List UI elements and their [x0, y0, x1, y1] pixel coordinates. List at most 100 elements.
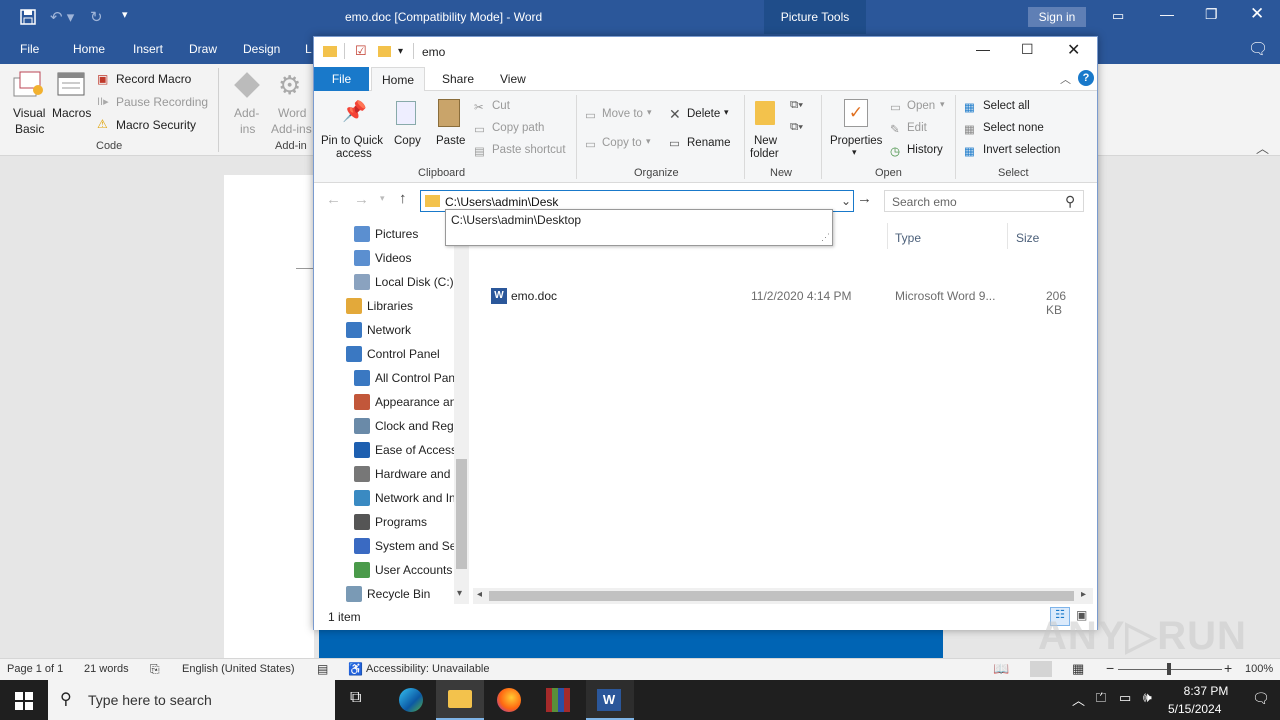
explorer-minimize-icon[interactable]: — [976, 41, 990, 57]
collapse-ribbon-icon[interactable]: ︿ [1256, 138, 1269, 157]
column-divider[interactable] [1007, 223, 1008, 249]
nav-item[interactable]: Control Panel [314, 342, 454, 366]
copy-icon[interactable] [396, 101, 416, 125]
back-icon[interactable]: ← [326, 191, 341, 208]
tab-layout[interactable]: L [305, 42, 312, 56]
nav-item[interactable]: Pictures [314, 222, 454, 246]
nav-item[interactable]: Network [314, 318, 454, 342]
tab-file[interactable]: File [20, 42, 39, 56]
column-size-header[interactable]: Size [1016, 231, 1039, 245]
customize-quick-access-icon[interactable]: ▾ [122, 8, 128, 21]
properties-icon[interactable]: ✓ [844, 99, 868, 127]
select-all-button[interactable]: Select all [983, 100, 1030, 112]
file-explorer-taskbar-button[interactable] [436, 680, 484, 720]
nav-item[interactable]: User Accounts [314, 558, 454, 582]
scroll-left-icon[interactable]: ◂ [477, 589, 482, 600]
properties-qat-icon[interactable]: ☑ [355, 43, 367, 59]
firefox-icon[interactable] [497, 688, 521, 712]
pin-quick-access-label-2[interactable]: access [336, 148, 372, 160]
macros-label[interactable]: Macros [52, 106, 91, 120]
sign-in-button[interactable]: Sign in [1028, 7, 1086, 27]
up-icon[interactable]: ↑ [399, 190, 407, 207]
nav-item[interactable]: Local Disk (C:) [314, 270, 454, 294]
zoom-out-icon[interactable]: − [1106, 660, 1114, 676]
new-item-icon[interactable]: ⧉▾ [790, 99, 803, 112]
nav-item[interactable]: Programs [314, 510, 454, 534]
new-folder-icon[interactable] [755, 101, 775, 125]
visual-basic-icon[interactable] [10, 70, 46, 100]
easy-access-icon[interactable]: ⧉▾ [790, 121, 803, 134]
paste-button[interactable]: Paste [436, 135, 465, 147]
page-count[interactable]: Page 1 of 1 [7, 663, 63, 675]
word-addins-label-2[interactable]: Add-ins [271, 122, 312, 136]
resize-grip-icon[interactable]: ⋰ [821, 232, 830, 243]
forward-icon[interactable]: → [354, 191, 369, 208]
cut-button[interactable]: Cut [492, 100, 510, 112]
device-icon[interactable]: ⏍ [1096, 690, 1106, 706]
search-emo-input[interactable]: Search emo ⚲ [884, 190, 1084, 212]
visual-basic-label-2[interactable]: Basic [15, 122, 44, 136]
web-layout-icon[interactable]: ▦ [1072, 661, 1084, 677]
rename-button[interactable]: Rename [687, 137, 730, 149]
nav-item[interactable]: System and Security [314, 534, 454, 558]
nav-scrollbar-thumb[interactable] [456, 459, 467, 569]
minimize-icon[interactable]: — [1160, 6, 1174, 22]
select-none-button[interactable]: Select none [983, 122, 1044, 134]
nav-item[interactable]: Recycle Bin [314, 582, 454, 606]
horizontal-scrollbar-thumb[interactable] [489, 591, 1074, 601]
zoom-level[interactable]: 100% [1245, 663, 1273, 675]
network-tray-icon[interactable]: ▭ [1119, 690, 1131, 706]
clock-time[interactable]: 8:37 PM [1174, 684, 1238, 698]
accessibility-icon[interactable]: ♿ [348, 662, 363, 676]
minimize-ribbon-icon[interactable]: ︿ [1060, 71, 1071, 87]
nav-item[interactable]: Clock and Region [314, 414, 454, 438]
explorer-tab-view[interactable]: View [500, 72, 526, 86]
show-hidden-icons[interactable]: ︿ [1072, 690, 1085, 709]
print-layout-icon[interactable] [1030, 661, 1052, 677]
ribbon-display-icon[interactable]: ▭ [1112, 8, 1124, 24]
read-mode-icon[interactable]: 📖 [993, 661, 1009, 677]
nav-scroll-down-icon[interactable]: ▾ [457, 588, 462, 599]
language-status[interactable]: English (United States) [182, 663, 295, 675]
addins-label-1[interactable]: Add- [234, 106, 259, 120]
new-folder-label-2[interactable]: folder [750, 148, 779, 160]
new-folder-qat-icon[interactable] [378, 46, 391, 57]
copy-button[interactable]: Copy [394, 135, 421, 147]
copy-path-button[interactable]: Copy path [492, 122, 544, 134]
volume-icon[interactable]: 🕪 [1143, 689, 1152, 706]
search-icon[interactable]: ⚲ [1065, 193, 1075, 210]
addins-label-2[interactable]: ins [240, 122, 255, 136]
invert-selection-button[interactable]: Invert selection [983, 144, 1060, 156]
help-icon[interactable]: ? [1078, 70, 1094, 86]
properties-dropdown-icon[interactable]: ▾ [852, 147, 857, 158]
word-addins-gear-icon[interactable]: ⚙ [278, 70, 301, 101]
macro-status-icon[interactable]: ▤ [317, 662, 328, 676]
nav-item[interactable]: All Control Panel Items [314, 366, 454, 390]
nav-item[interactable]: Network and Internet [314, 486, 454, 510]
pin-quick-access-label-1[interactable]: Pin to Quick [321, 135, 383, 147]
open-button[interactable]: Open [907, 100, 935, 112]
comments-icon[interactable]: 🗨 [1248, 39, 1268, 59]
zoom-slider-thumb[interactable] [1167, 663, 1171, 675]
word-taskbar-button[interactable]: W [586, 680, 634, 720]
winrar-icon[interactable] [546, 688, 570, 712]
addins-icon[interactable] [234, 72, 260, 98]
explorer-tab-file[interactable]: File [314, 67, 369, 91]
horizontal-scrollbar[interactable]: ◂ ▸ [473, 588, 1093, 604]
paste-shortcut-button[interactable]: Paste shortcut [492, 144, 566, 156]
macro-security-button[interactable]: Macro Security [116, 118, 196, 132]
nav-item[interactable]: Appearance and Personalization [314, 390, 454, 414]
scroll-right-icon[interactable]: ▸ [1081, 589, 1086, 600]
qat-dropdown-icon[interactable]: ▾ [398, 46, 403, 57]
restore-icon[interactable]: ❐ [1205, 6, 1218, 23]
tab-draw[interactable]: Draw [189, 42, 217, 56]
tab-insert[interactable]: Insert [133, 42, 163, 56]
column-type-header[interactable]: Type [895, 231, 921, 245]
redo-icon[interactable]: ↻ [90, 8, 103, 26]
document-image[interactable] [319, 629, 943, 658]
nav-item[interactable]: Videos [314, 246, 454, 270]
paste-icon[interactable] [438, 99, 460, 127]
proofing-icon[interactable]: ⎘ [150, 662, 160, 677]
edge-icon[interactable] [399, 688, 423, 712]
notifications-icon[interactable]: 🗨 [1252, 690, 1270, 707]
